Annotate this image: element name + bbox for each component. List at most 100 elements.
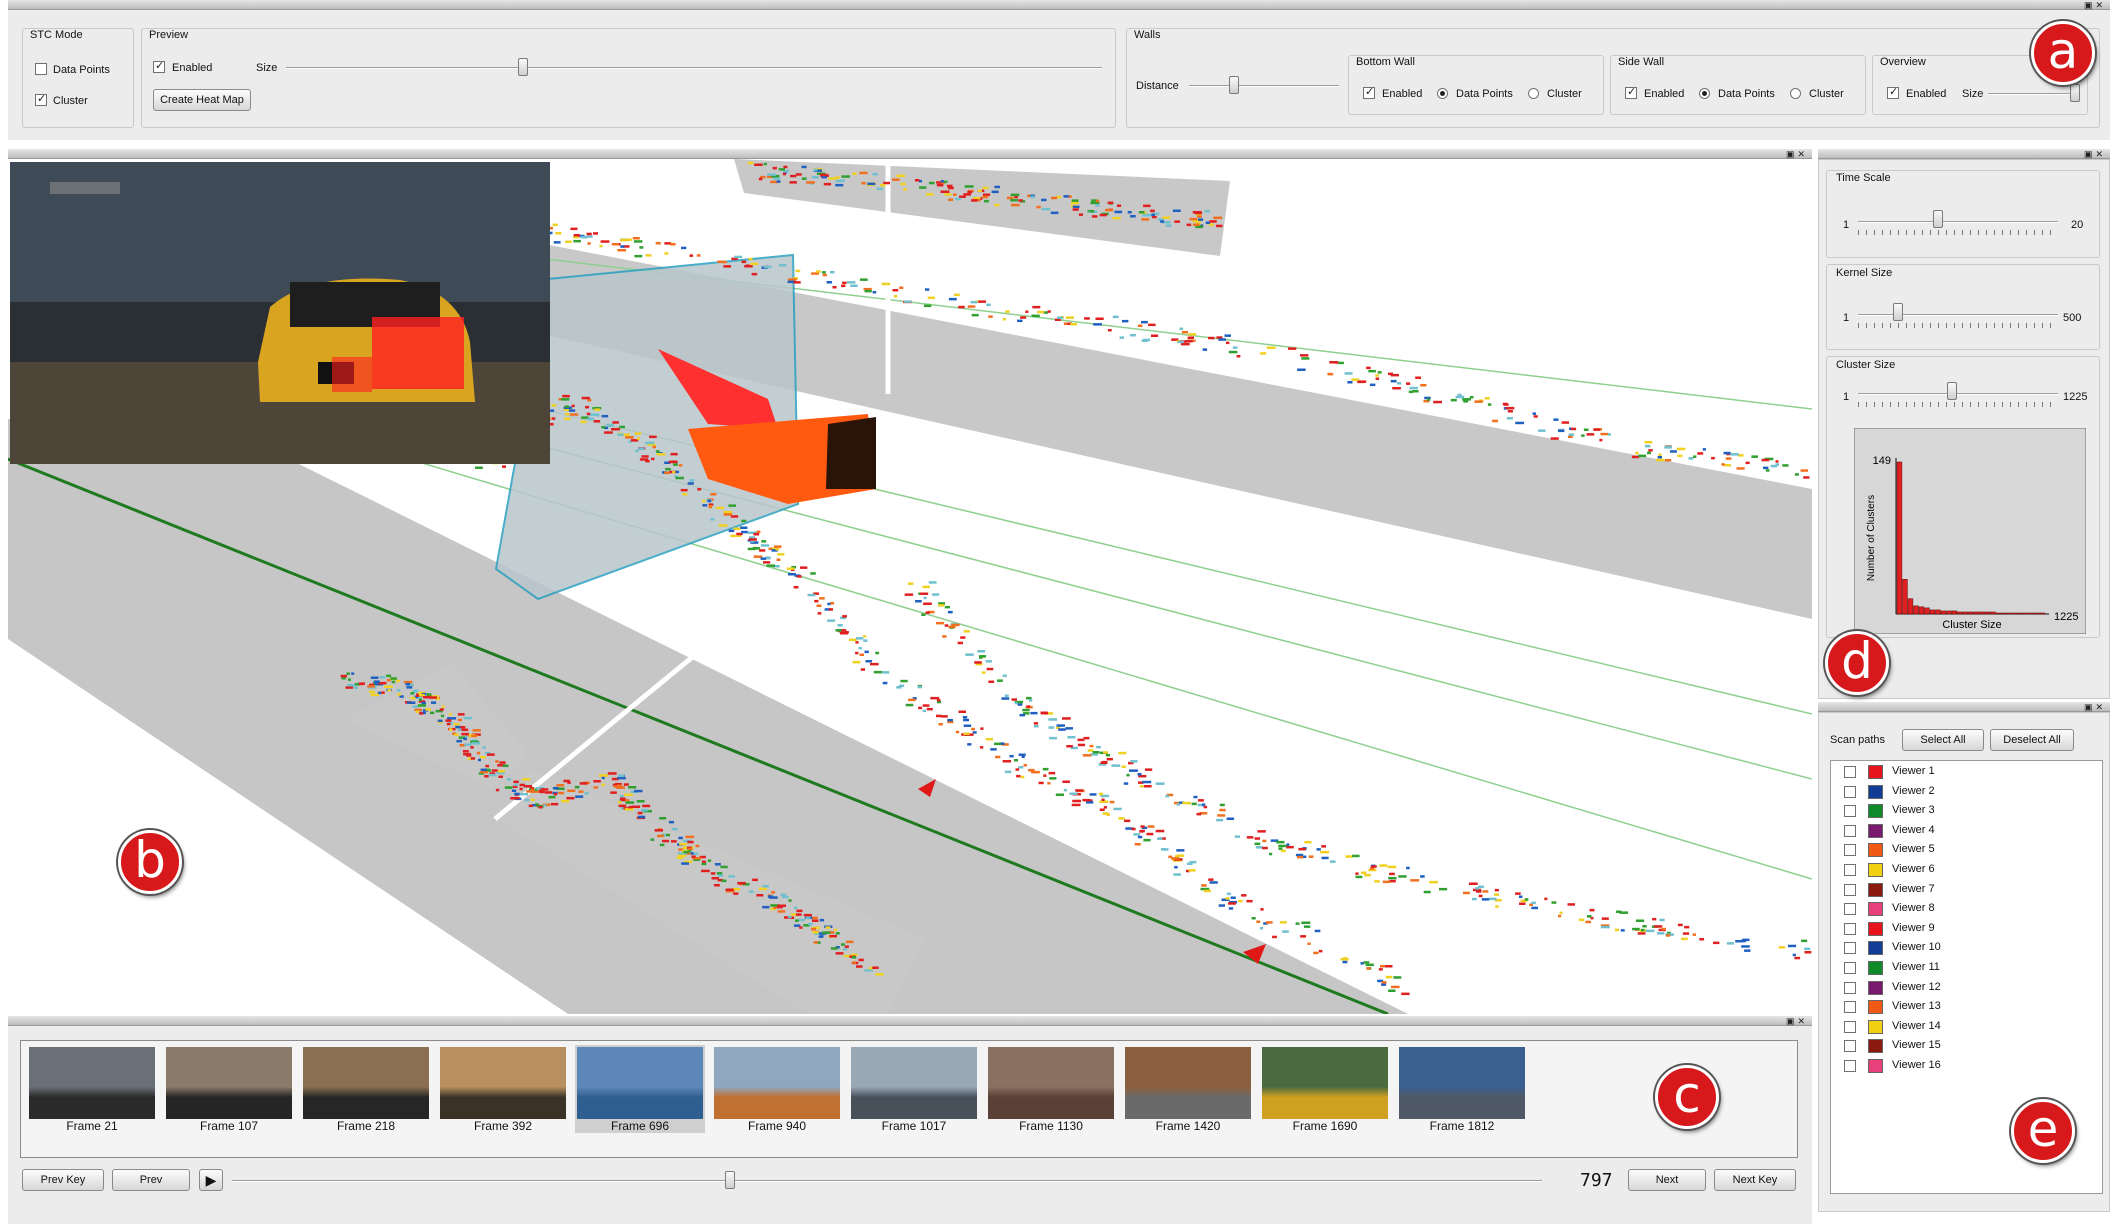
- next-button[interactable]: Next: [1628, 1169, 1706, 1191]
- bottom-wall-cluster-radio[interactable]: [1528, 88, 1539, 99]
- timeline-slider-track[interactable]: [232, 1180, 1542, 1182]
- viewer-row[interactable]: Viewer 14: [1831, 1018, 2071, 1038]
- select-all-button[interactable]: Select All: [1902, 729, 1984, 751]
- gaze-point: [1503, 403, 1509, 406]
- gaze-point: [1002, 674, 1007, 677]
- viewer-checkbox[interactable]: [1844, 942, 1856, 955]
- gaze-point: [1664, 459, 1672, 462]
- viewer-checkbox[interactable]: [1844, 1040, 1856, 1053]
- gaze-point: [1390, 379, 1397, 383]
- key-frame-thumbnail[interactable]: Frame 1690: [1260, 1045, 1390, 1133]
- viewer-checkbox[interactable]: [1844, 922, 1856, 935]
- next-key-button[interactable]: Next Key: [1714, 1169, 1796, 1191]
- viewer-row[interactable]: Viewer 5: [1831, 841, 2071, 861]
- scan-paths-float-close-icon[interactable]: ▣✕: [2084, 702, 2106, 712]
- viewer-row[interactable]: Viewer 16: [1831, 1057, 2071, 1077]
- viewport-float-close-icon[interactable]: ▣✕: [1786, 149, 1808, 159]
- viewer-row[interactable]: Viewer 4: [1831, 822, 2071, 842]
- bottom-wall-enabled-checkbox[interactable]: [1363, 85, 1375, 99]
- kernel-size-slider-track[interactable]: [1858, 314, 2058, 316]
- stc-cluster-checkbox[interactable]: [35, 92, 47, 106]
- preview-size-slider-thumb[interactable]: [517, 58, 528, 76]
- overview-size-slider-thumb[interactable]: [2070, 84, 2081, 102]
- gaze-point: [1272, 935, 1277, 939]
- viewer-row[interactable]: Viewer 12: [1831, 979, 2071, 999]
- gaze-point: [551, 404, 557, 407]
- key-frame-thumbnail[interactable]: Frame 1420: [1123, 1045, 1253, 1133]
- gaze-point: [1209, 881, 1218, 884]
- walls-distance-slider-thumb[interactable]: [1229, 76, 1239, 94]
- viewer-checkbox[interactable]: [1844, 883, 1856, 896]
- prev-button[interactable]: Prev: [112, 1169, 190, 1191]
- viewer-row[interactable]: Viewer 15: [1831, 1037, 2071, 1057]
- viewer-row[interactable]: Viewer 11: [1831, 959, 2071, 979]
- stc-data-points-checkbox[interactable]: [35, 63, 47, 75]
- viewer-checkbox[interactable]: [1844, 903, 1856, 916]
- viewer-checkbox[interactable]: [1844, 1060, 1856, 1072]
- viewer-checkbox[interactable]: [1844, 1001, 1856, 1014]
- gaze-point: [940, 715, 948, 718]
- key-frame-thumbnail[interactable]: Frame 1017: [849, 1045, 979, 1133]
- gaze-point: [776, 180, 781, 183]
- key-frame-thumbnail[interactable]: Frame 218: [301, 1045, 431, 1133]
- viewer-row[interactable]: Viewer 3: [1831, 802, 2071, 822]
- frames-float-close-icon[interactable]: ▣✕: [1786, 1016, 1808, 1026]
- viewer-checkbox[interactable]: [1844, 1020, 1856, 1033]
- overview-enabled-checkbox[interactable]: [1887, 85, 1899, 99]
- viewer-checkbox[interactable]: [1844, 766, 1856, 778]
- gaze-point: [1568, 433, 1574, 436]
- viewer-checkbox[interactable]: [1844, 824, 1856, 837]
- overview-size-slider-track[interactable]: [1988, 93, 2080, 95]
- prev-key-button[interactable]: Prev Key: [22, 1169, 104, 1191]
- time-scale-slider-track[interactable]: [1858, 221, 2058, 223]
- walls-distance-slider-track[interactable]: [1189, 85, 1339, 87]
- viewer-row[interactable]: Viewer 8: [1831, 900, 2071, 920]
- gaze-point: [1585, 920, 1591, 924]
- settings-dock-titlebar[interactable]: ▣✕: [1818, 149, 2110, 159]
- side-wall-cluster-radio[interactable]: [1790, 88, 1801, 99]
- key-frame-thumbnail[interactable]: Frame 107: [164, 1045, 294, 1133]
- key-frame-thumbnail[interactable]: Frame 21: [27, 1045, 157, 1133]
- viewer-checkbox[interactable]: [1844, 864, 1856, 876]
- viewer-checkbox[interactable]: [1844, 785, 1856, 798]
- viewer-row[interactable]: Viewer 2: [1831, 783, 2071, 803]
- viewer-checkbox[interactable]: [1844, 805, 1856, 818]
- time-scale-slider-thumb[interactable]: [1933, 210, 1943, 228]
- kernel-size-slider-thumb[interactable]: [1893, 303, 1903, 321]
- gaze-point: [1202, 348, 1208, 351]
- side-wall-data-points-radio[interactable]: [1699, 88, 1710, 99]
- toolbar-dock-titlebar[interactable]: ▣✕: [8, 0, 2110, 10]
- viewer-checkbox[interactable]: [1844, 981, 1856, 994]
- cluster-size-slider-thumb[interactable]: [1947, 382, 1957, 400]
- viewer-checkbox[interactable]: [1844, 844, 1856, 857]
- play-button[interactable]: ▶: [199, 1169, 223, 1191]
- key-frame-thumbnail[interactable]: Frame 1130: [986, 1045, 1116, 1133]
- cluster-size-slider-track[interactable]: [1858, 393, 2058, 395]
- gaze-point: [1232, 346, 1238, 349]
- frames-dock-titlebar[interactable]: ▣✕: [8, 1016, 1812, 1026]
- viewer-row[interactable]: Viewer 6: [1831, 861, 2071, 881]
- viewer-row[interactable]: Viewer 13: [1831, 998, 2071, 1018]
- viewer-row[interactable]: Viewer 10: [1831, 939, 2071, 959]
- deselect-all-button[interactable]: Deselect All: [1990, 729, 2074, 751]
- gaze-point: [925, 193, 934, 196]
- key-frame-thumbnail[interactable]: Frame 696: [575, 1045, 705, 1133]
- side-wall-enabled-checkbox[interactable]: [1625, 85, 1637, 99]
- viewport-titlebar[interactable]: ▣✕: [8, 149, 1812, 159]
- dock-float-close-icon[interactable]: ▣✕: [2084, 0, 2106, 10]
- timeline-slider-thumb[interactable]: [724, 1171, 735, 1189]
- scan-paths-dock-titlebar[interactable]: ▣✕: [1818, 702, 2110, 712]
- viewer-checkbox[interactable]: [1844, 962, 1856, 974]
- viewer-row[interactable]: Viewer 7: [1831, 881, 2071, 901]
- key-frame-thumbnail[interactable]: Frame 940: [712, 1045, 842, 1133]
- create-heat-map-button[interactable]: Create Heat Map: [153, 89, 251, 111]
- bottom-wall-data-points-radio[interactable]: [1437, 88, 1448, 99]
- gaze-point: [601, 783, 605, 787]
- viewer-row[interactable]: Viewer 1: [1831, 763, 2071, 783]
- preview-enabled-checkbox[interactable]: [153, 59, 165, 73]
- key-frame-thumbnail[interactable]: Frame 392: [438, 1045, 568, 1133]
- viewer-row[interactable]: Viewer 9: [1831, 920, 2071, 940]
- settings-float-close-icon[interactable]: ▣✕: [2084, 149, 2106, 159]
- preview-size-slider-track[interactable]: [286, 67, 1102, 69]
- key-frame-thumbnail[interactable]: Frame 1812: [1397, 1045, 1527, 1133]
